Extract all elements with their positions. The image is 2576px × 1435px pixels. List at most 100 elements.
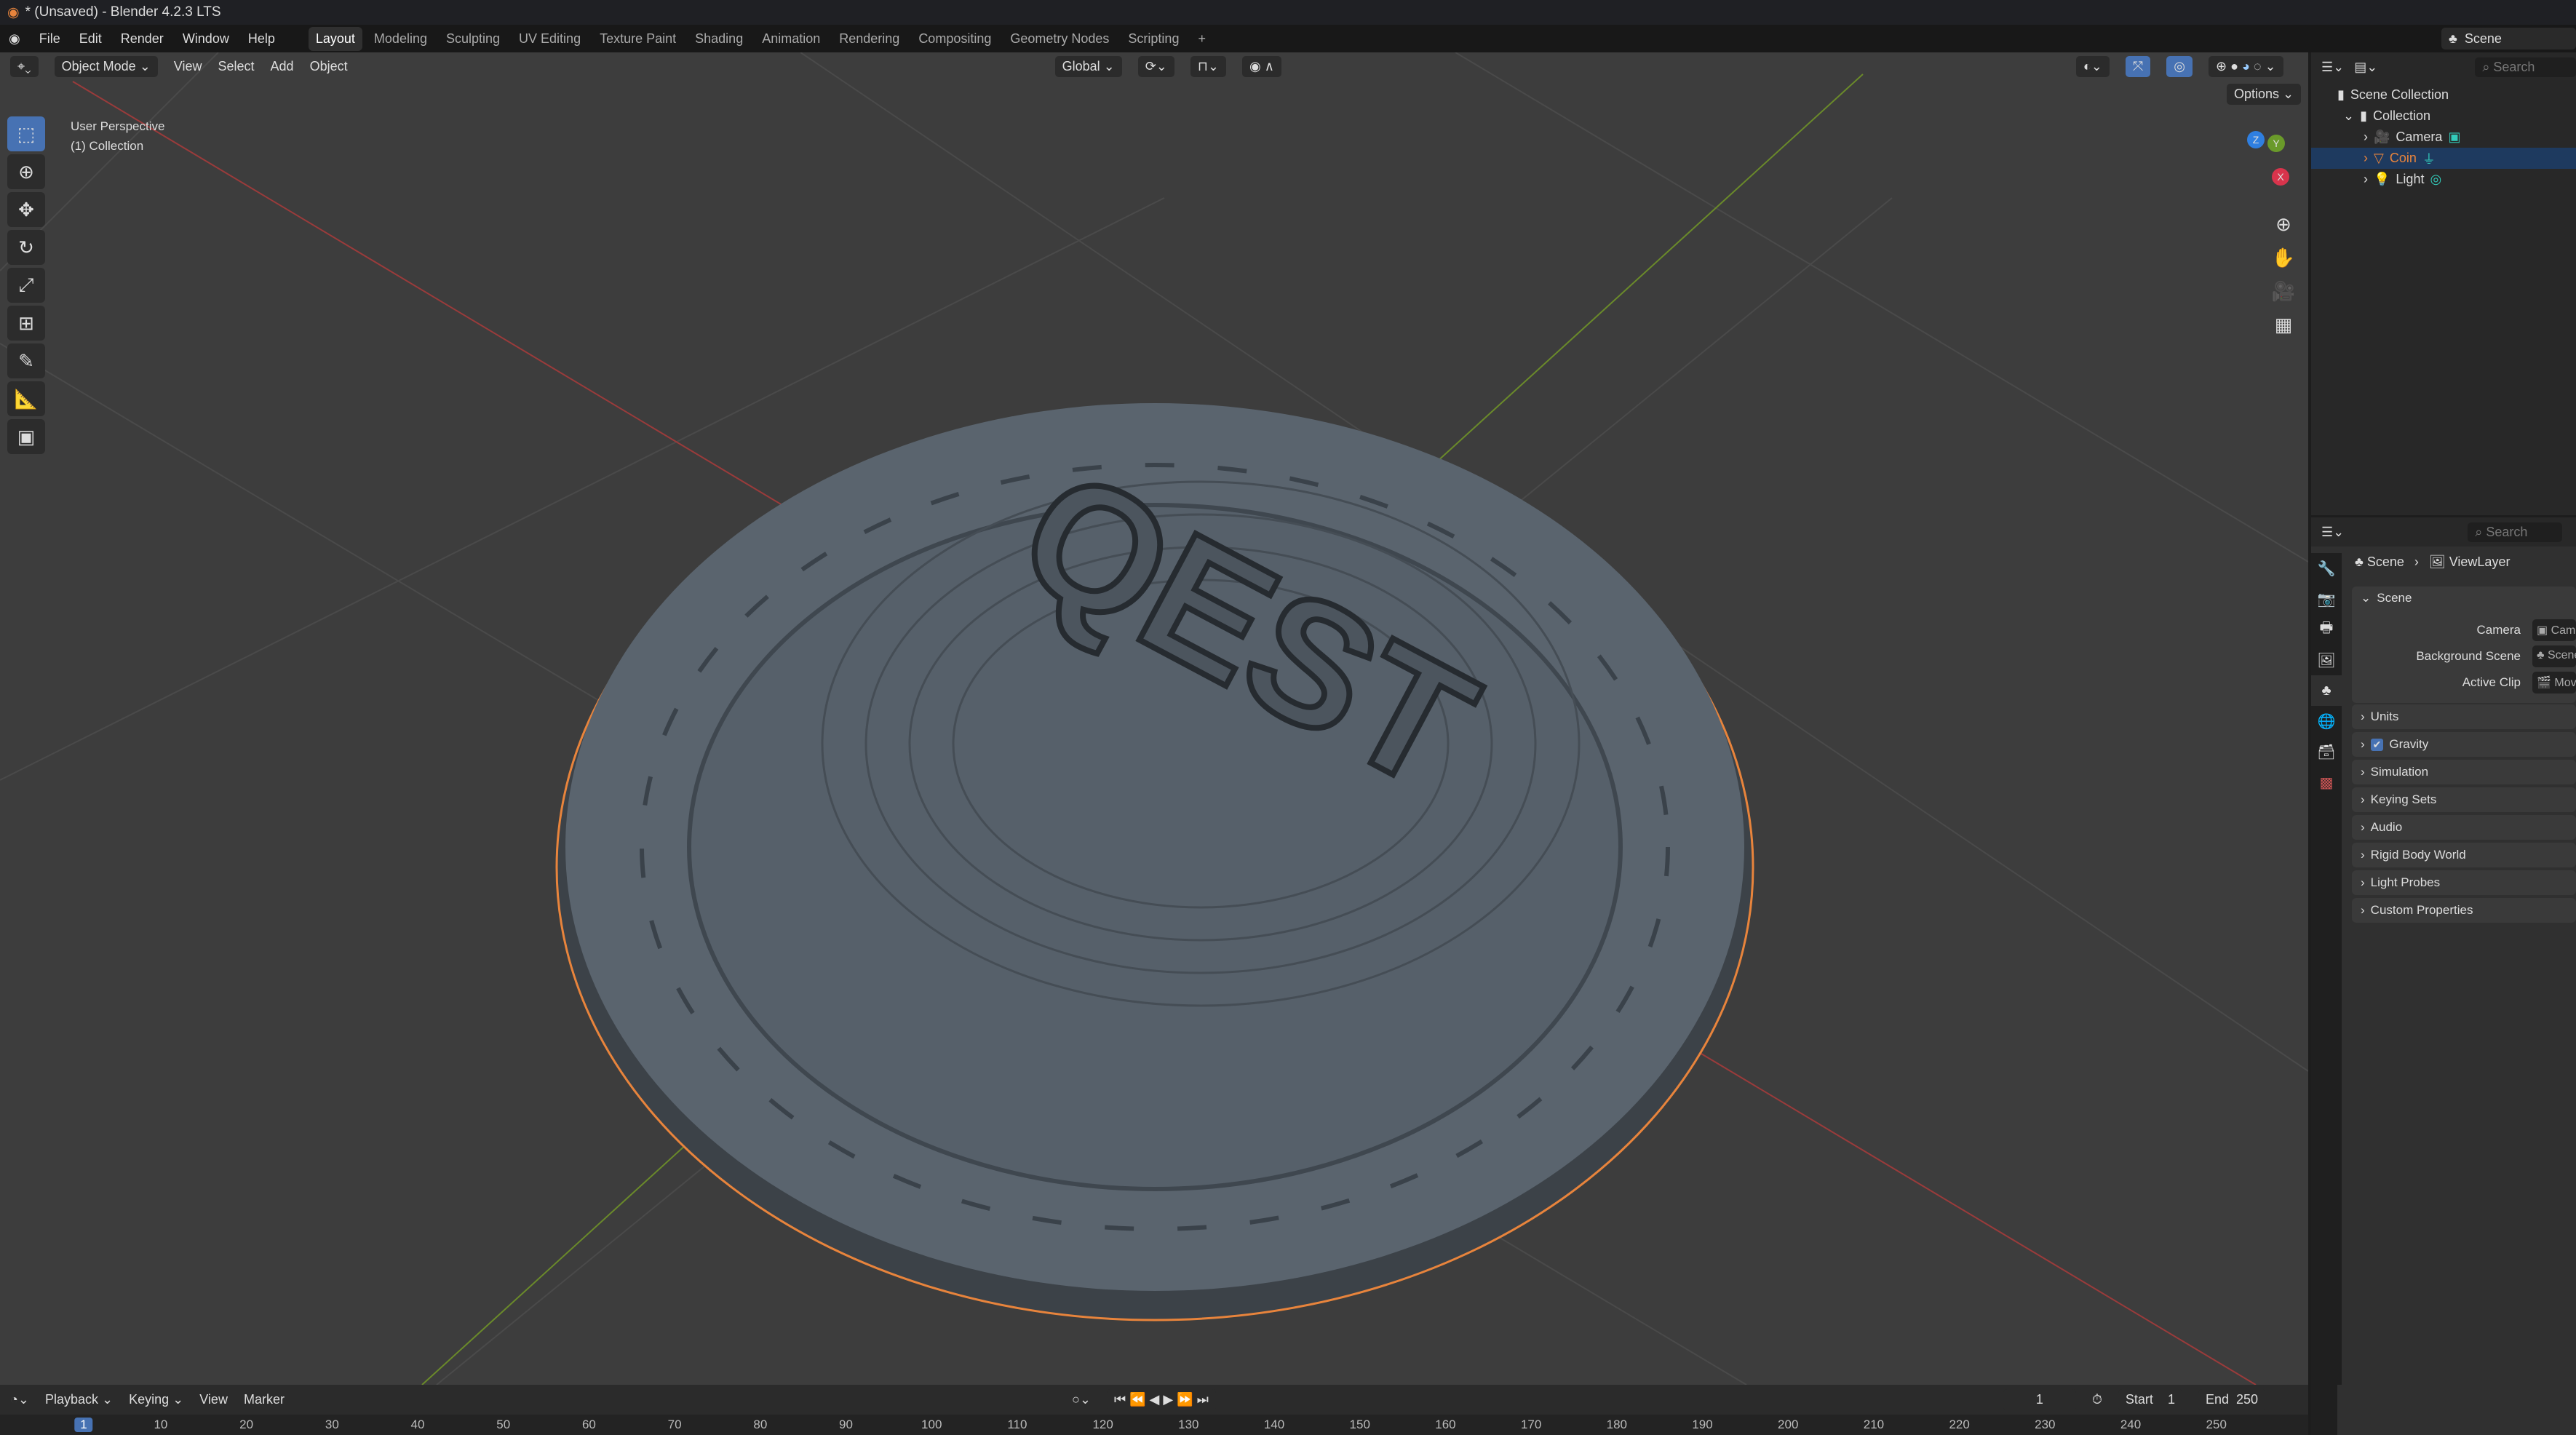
end-frame-field[interactable]: End 250 <box>2198 1389 2266 1410</box>
move-tool-icon[interactable]: ✥ <box>7 192 45 227</box>
shading-modes[interactable]: ⊕ ● ◕ ◌ ⌄ <box>2209 55 2283 77</box>
blender-menu-icon[interactable]: ◉ <box>9 31 20 47</box>
tab-modeling[interactable]: Modeling <box>367 27 434 51</box>
frame-tick: 250 <box>2206 1418 2227 1431</box>
menu-playback[interactable]: Playback ⌄ <box>45 1392 113 1407</box>
timeline-header: ◔⌄ Playback ⌄ Keying ⌄ View Marker ○⌄ ⏮ … <box>0 1385 2308 1415</box>
mode-dropdown[interactable]: Object Mode ⌄ <box>54 55 158 77</box>
timeline-editor-icon[interactable]: ◔⌄ <box>10 1392 29 1407</box>
menu-marker[interactable]: Marker <box>244 1392 285 1407</box>
tab-scripting[interactable]: Scripting <box>1121 27 1186 51</box>
gizmo-toggle-icon[interactable]: ⤧ <box>2125 55 2151 77</box>
camera-field[interactable]: ▣ Camera <box>2532 619 2576 641</box>
panel-simulation[interactable]: › Simulation <box>2352 760 2576 784</box>
scale-tool-icon[interactable]: ⤢ <box>7 268 45 303</box>
outliner-item-camera[interactable]: › 🎥 Camera ▣ <box>2337 127 2576 148</box>
gravity-checkbox[interactable]: ✔ <box>2370 738 2384 751</box>
current-frame-field[interactable]: 1 <box>2003 1389 2076 1410</box>
world-tab-icon[interactable]: 🌐 <box>2311 706 2342 736</box>
annotate-tool-icon[interactable]: ✎ <box>7 343 45 378</box>
timeline-ruler[interactable]: 1 10 20 30 40 50 60 70 80 90 100 110 120 130 140 150 160… <box>0 1415 2308 1435</box>
scene-selector[interactable]: ♣ Scene <box>2441 28 2576 49</box>
editor-type-icon[interactable]: ☰⌄ <box>2321 525 2344 540</box>
texture-tab-icon[interactable]: ▩ <box>2311 767 2342 798</box>
outliner-scene-collection[interactable]: ▮ Scene Collection <box>2337 84 2576 106</box>
measure-tool-icon[interactable]: 📐 <box>7 381 45 416</box>
active-clip-field[interactable]: 🎬 Movie Clip <box>2532 672 2576 693</box>
display-mode-icon[interactable]: ☰⌄ <box>2321 60 2344 75</box>
add-cube-tool-icon[interactable]: ▣ <box>7 419 45 454</box>
view-layer-tab-icon[interactable]: 🖼 <box>2311 645 2342 675</box>
menu-window[interactable]: Window <box>183 31 229 47</box>
tab-compositing[interactable]: Compositing <box>911 27 998 51</box>
transform-orientation-dropdown[interactable]: Global ⌄ <box>1054 55 1122 77</box>
menu-add[interactable]: Add <box>271 59 294 74</box>
transform-tool-icon[interactable]: ⊞ <box>7 306 45 341</box>
menu-help[interactable]: Help <box>248 31 275 47</box>
menu-select[interactable]: Select <box>218 59 255 74</box>
gizmo-x[interactable]: X <box>2272 168 2289 186</box>
outliner-search-input[interactable]: ⌕ Search <box>2475 57 2576 77</box>
visibility-icon[interactable]: ◐⌄ <box>2075 55 2110 77</box>
tab-texture-paint[interactable]: Texture Paint <box>592 27 683 51</box>
tab-shading[interactable]: Shading <box>688 27 750 51</box>
tool-tab-icon[interactable]: 🔧 <box>2311 553 2342 584</box>
output-tab-icon[interactable]: 🖶 <box>2311 614 2342 645</box>
title-bar: ◉ * (Unsaved) - Blender 4.2.3 LTS <box>0 0 2576 25</box>
menu-file[interactable]: File <box>39 31 60 47</box>
ortho-grid-icon[interactable]: ▦ <box>2270 308 2297 341</box>
properties-search-input[interactable]: ⌕ Search <box>2468 522 2563 542</box>
collection-tab-icon[interactable]: 🗃 <box>2311 736 2342 767</box>
snap-icon[interactable]: ⊓⌄ <box>1190 55 1227 77</box>
panel-keying-sets[interactable]: › Keying Sets <box>2352 787 2576 812</box>
menu-render[interactable]: Render <box>121 31 164 47</box>
start-frame-field[interactable]: Start 1 <box>2118 1389 2182 1410</box>
menu-object[interactable]: Object <box>310 59 348 74</box>
outliner-item-coin[interactable]: › ▽ Coin ⏚ <box>2311 148 2576 169</box>
tab-animation[interactable]: Animation <box>755 27 827 51</box>
rotate-tool-icon[interactable]: ↻ <box>7 230 45 265</box>
perspective-label: User Perspective <box>71 119 165 133</box>
panel-custom-properties[interactable]: › Custom Properties <box>2352 898 2576 923</box>
stopwatch-icon[interactable]: ⏱ <box>2092 1392 2102 1407</box>
tab-layout[interactable]: Layout <box>308 26 362 51</box>
menu-edit[interactable]: Edit <box>79 31 102 47</box>
pivot-icon[interactable]: ⟳⌄ <box>1137 55 1174 77</box>
playback-controls[interactable]: ⏮ ⏪ ◀ ▶ ⏩ ⏭ <box>1106 1389 1216 1410</box>
menu-keying[interactable]: Keying ⌄ <box>129 1392 183 1407</box>
panel-gravity[interactable]: › ✔ Gravity <box>2352 732 2576 757</box>
scene-tab-icon[interactable]: ♣ <box>2311 675 2342 706</box>
filter-icon[interactable]: ▤⌄ <box>2354 60 2377 75</box>
background-scene-field[interactable]: ♣ Scene <box>2532 645 2576 667</box>
render-tab-icon[interactable]: 📷 <box>2311 584 2342 614</box>
camera-view-icon[interactable]: 🎥 <box>2270 274 2297 308</box>
mesh-icon: ▽ <box>2374 151 2384 165</box>
panel-audio[interactable]: › Audio <box>2352 815 2576 840</box>
tab-geometry-nodes[interactable]: Geometry Nodes <box>1003 27 1116 51</box>
options-dropdown[interactable]: Options ⌄ <box>2227 84 2302 105</box>
outliner-item-light[interactable]: › 💡 Light ◎ <box>2337 169 2576 190</box>
menu-timeline-view[interactable]: View <box>199 1392 228 1407</box>
panel-light-probes[interactable]: › Light Probes <box>2352 870 2576 895</box>
tab-rendering[interactable]: Rendering <box>832 27 907 51</box>
cursor-tool-icon[interactable]: ⊕ <box>7 154 45 189</box>
menu-view[interactable]: View <box>174 59 202 74</box>
add-workspace-button[interactable]: + <box>1190 27 1213 51</box>
3d-viewport[interactable]: QEST <box>0 52 2308 1385</box>
gizmo-y[interactable]: Y <box>2267 135 2285 152</box>
frame-tick: 70 <box>667 1418 682 1431</box>
overlay-toggle-icon[interactable]: ◎ <box>2166 55 2193 77</box>
pan-hand-icon[interactable]: ✋ <box>2270 241 2297 274</box>
outliner-collection[interactable]: ⌄ ▮ Collection <box>2337 106 2576 127</box>
tab-sculpting[interactable]: Sculpting <box>439 27 507 51</box>
autokey-icon[interactable]: ○⌄ <box>1072 1392 1091 1407</box>
panel-rigid-body-world[interactable]: › Rigid Body World <box>2352 843 2576 867</box>
zoom-icon[interactable]: ⊕ <box>2270 207 2297 241</box>
navigation-gizmo[interactable]: Z Y X <box>2212 127 2292 193</box>
panel-units[interactable]: › Units <box>2352 704 2576 729</box>
gizmo-z[interactable]: Z <box>2247 131 2265 148</box>
proportional-edit-icon[interactable]: ◉ ∧ <box>1242 55 1281 77</box>
editor-type-button[interactable]: ⌖⌄ <box>10 55 39 77</box>
tab-uv-editing[interactable]: UV Editing <box>512 27 588 51</box>
select-box-tool-icon[interactable]: ⬚ <box>7 116 45 151</box>
